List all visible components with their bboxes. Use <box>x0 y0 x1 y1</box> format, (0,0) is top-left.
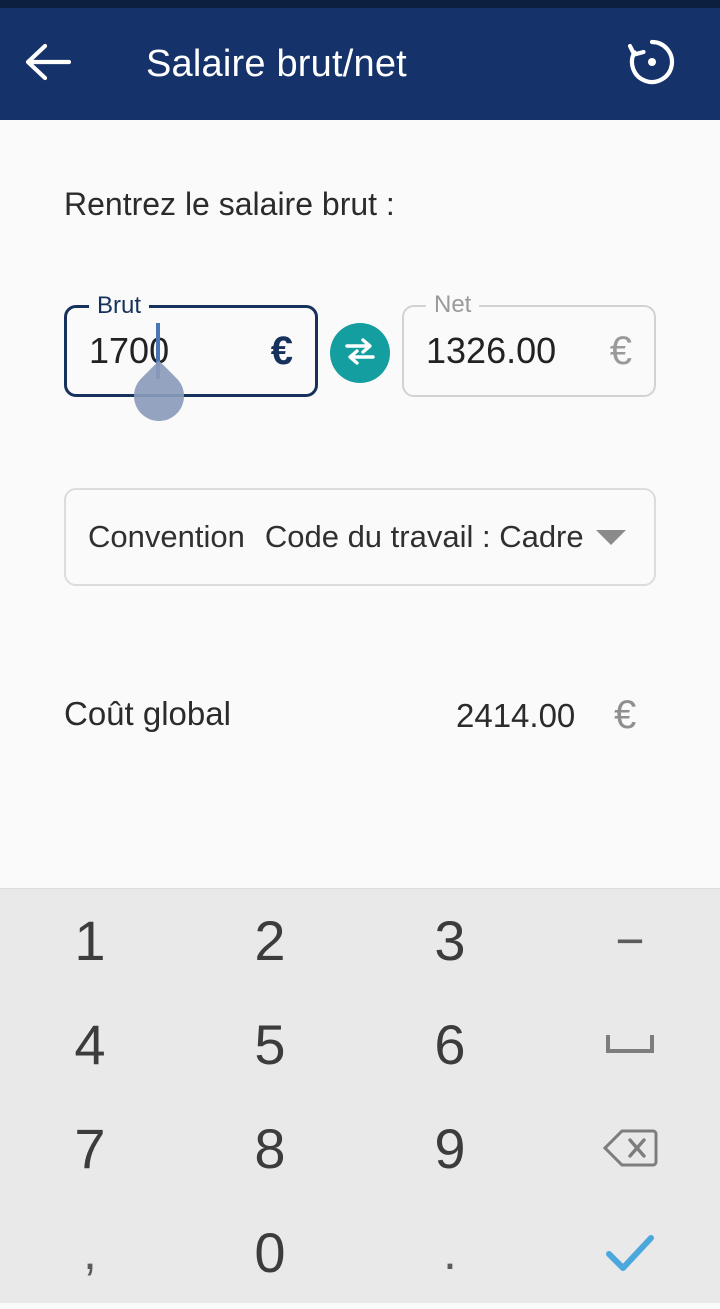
gross-salary-field[interactable]: Brut 1700 € <box>64 292 318 397</box>
net-salary-label: Net <box>426 291 480 319</box>
key-3[interactable]: 3 <box>360 889 540 993</box>
key-0[interactable]: 0 <box>180 1200 360 1304</box>
key-label: . <box>443 1224 457 1281</box>
keyboard-grid: 1 2 3 − 4 5 6 7 8 9, 0. <box>0 889 720 1304</box>
net-currency-symbol: € <box>609 329 632 373</box>
swap-button[interactable] <box>330 323 390 383</box>
convention-value: Code du travail : Cadre <box>264 519 584 554</box>
restore-button[interactable] <box>602 8 702 120</box>
numeric-keyboard: 1 2 3 − 4 5 6 7 8 9, 0. <box>0 888 720 1309</box>
key-1[interactable]: 1 <box>0 889 180 993</box>
check-icon <box>602 1230 658 1274</box>
key-backspace[interactable] <box>540 1097 720 1201</box>
key-label: 0 <box>254 1220 286 1284</box>
space-icon <box>604 1033 656 1057</box>
total-currency-symbol: € <box>614 693 637 737</box>
key-label: 9 <box>434 1116 466 1180</box>
key-space[interactable] <box>540 993 720 1097</box>
chevron-down-icon <box>596 529 626 545</box>
net-salary-field[interactable]: Net 1326.00 € <box>402 291 656 397</box>
key-7[interactable]: 7 <box>0 1097 180 1201</box>
key-comma[interactable]: , <box>0 1200 180 1304</box>
key-period[interactable]: . <box>360 1200 540 1304</box>
gross-currency-symbol: € <box>270 329 293 373</box>
key-label: 3 <box>434 909 466 973</box>
key-label: − <box>615 912 645 969</box>
app-bar: Salaire brut/net <box>0 8 720 120</box>
status-bar <box>0 0 720 8</box>
key-label: 4 <box>74 1013 106 1077</box>
swap-horizontal-icon <box>343 336 377 371</box>
gross-salary-label: Brut <box>89 292 150 320</box>
key-label: 8 <box>254 1116 286 1180</box>
key-8[interactable]: 8 <box>180 1097 360 1201</box>
app-root: Salaire brut/net Rentrez le salaire brut… <box>0 0 720 1309</box>
backspace-icon <box>602 1127 658 1169</box>
total-cost-value: 2414.00 <box>456 697 576 734</box>
key-label: 1 <box>74 909 106 973</box>
keyboard-bottom-bar <box>0 1303 720 1309</box>
key-label: 5 <box>254 1013 286 1077</box>
convention-label: Convention <box>88 519 245 554</box>
content-area: Rentrez le salaire brut : Brut 1700 € Ne… <box>0 120 720 888</box>
net-salary-value: 1326.00 <box>426 330 557 371</box>
total-cost-row: Coût global 2414.00 € <box>0 693 720 755</box>
arrow-left-icon <box>25 43 72 86</box>
key-6[interactable]: 6 <box>360 993 540 1097</box>
key-5[interactable]: 5 <box>180 993 360 1097</box>
restore-history-icon <box>626 36 678 93</box>
back-button[interactable] <box>0 8 96 120</box>
key-minus[interactable]: − <box>540 889 720 993</box>
key-9[interactable]: 9 <box>360 1097 540 1201</box>
key-label: 2 <box>254 909 286 973</box>
key-2[interactable]: 2 <box>180 889 360 993</box>
prompt-text: Rentrez le salaire brut : <box>64 186 395 222</box>
page-title: Salaire brut/net <box>146 42 407 85</box>
convention-dropdown[interactable]: Convention Code du travail : Cadre <box>64 488 656 586</box>
key-enter[interactable] <box>540 1200 720 1304</box>
key-label: , <box>83 1224 97 1281</box>
key-label: 7 <box>74 1116 106 1180</box>
salary-fields-row: Brut 1700 € Net 1326.00 € <box>0 291 720 432</box>
total-cost-label: Coût global <box>64 695 231 732</box>
key-label: 6 <box>434 1013 466 1077</box>
key-4[interactable]: 4 <box>0 993 180 1097</box>
